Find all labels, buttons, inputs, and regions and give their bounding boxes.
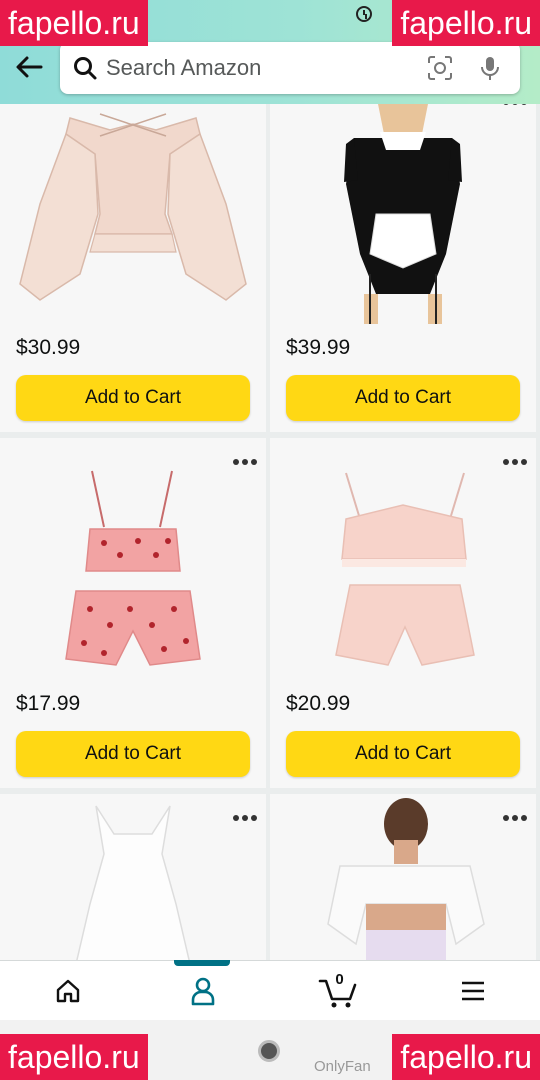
search-bar[interactable] (60, 42, 520, 94)
product-card[interactable]: $20.99 Add to Cart (270, 438, 536, 788)
product-card[interactable]: $39.99 Add to Cart (270, 104, 536, 432)
product-price: $17.99 (16, 692, 81, 715)
add-to-cart-button[interactable]: Add to Cart (16, 731, 250, 777)
nav-active-indicator (174, 960, 230, 966)
watermark: fapello.ru (0, 0, 148, 46)
back-button[interactable] (12, 50, 46, 84)
watermark: fapello.ru (0, 1034, 148, 1080)
product-card[interactable]: $30.99 Add to Cart (0, 104, 266, 432)
product-card[interactable] (0, 794, 266, 960)
product-price: $39.99 (286, 336, 351, 359)
cart-count-badge: 0 (335, 971, 344, 988)
alarm-icon (356, 6, 372, 22)
product-image-maid-costume[interactable] (270, 104, 536, 330)
watermark: fapello.ru (392, 1034, 540, 1080)
bottom-navigation: 0 (0, 960, 540, 1020)
watermark: fapello.ru (392, 0, 540, 46)
product-price: $20.99 (286, 692, 351, 715)
overlay-text: OnlyFan (314, 1058, 371, 1075)
add-to-cart-button[interactable]: Add to Cart (286, 375, 520, 421)
nav-menu[interactable] (405, 961, 540, 1021)
product-grid: $30.99 Add to Cart $39.99 Add to Cart $1… (0, 104, 540, 960)
microphone-icon[interactable] (476, 54, 504, 82)
home-icon (56, 979, 79, 1003)
account-icon (191, 977, 214, 1006)
search-icon (74, 57, 97, 80)
nav-cart[interactable]: 0 (270, 961, 405, 1021)
search-input[interactable] (106, 42, 406, 94)
product-image-strawberry-pajama-set[interactable] (0, 454, 266, 690)
product-card[interactable]: $17.99 Add to Cart (0, 438, 266, 788)
add-to-cart-button[interactable]: Add to Cart (286, 731, 520, 777)
product-image-ruffled-blouse[interactable] (0, 104, 266, 330)
camera-scan-icon[interactable] (426, 54, 454, 82)
product-card[interactable] (270, 794, 536, 960)
product-price: $30.99 (16, 336, 81, 359)
product-image-white-dress[interactable] (0, 794, 266, 960)
menu-icon (461, 981, 484, 1001)
nav-account[interactable] (135, 961, 270, 1021)
add-to-cart-button[interactable]: Add to Cart (16, 375, 250, 421)
product-image-pink-lace-lingerie-set[interactable] (270, 454, 536, 690)
product-image-off-shoulder-top[interactable] (270, 794, 536, 960)
nav-home[interactable] (0, 961, 135, 1021)
system-home-button[interactable] (258, 1040, 280, 1062)
back-arrow-icon (16, 56, 43, 78)
